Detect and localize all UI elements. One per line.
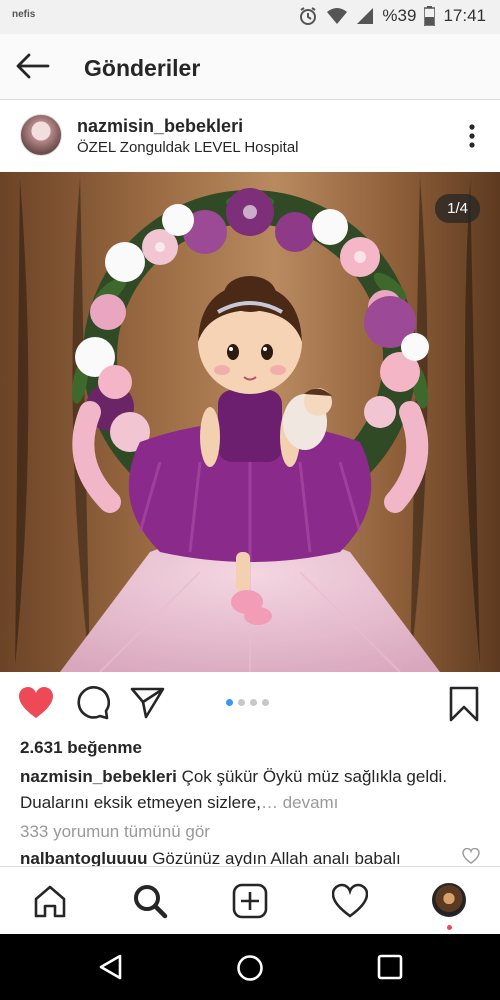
signal-icon [357, 8, 374, 24]
more-options-button[interactable] [466, 122, 478, 152]
activity-icon [331, 883, 369, 918]
heart-outline-icon [462, 847, 480, 864]
carrier-logo: nefis [12, 9, 36, 20]
bookmark-icon [449, 686, 479, 722]
system-nav-bar [0, 934, 500, 1000]
comment-preview: nalbantogluuuu Gözünüz aydın Allah analı… [20, 848, 460, 866]
heart-icon [19, 687, 53, 718]
post-location[interactable]: ÖZEL Zonguldak LEVEL Hospital [77, 139, 299, 156]
home-circle-icon [237, 955, 263, 981]
caption-username[interactable]: nazmisin_bebekleri [20, 767, 177, 786]
comment-button[interactable] [74, 686, 111, 725]
app-header: Gönderiler [0, 34, 500, 100]
comment-icon [77, 686, 111, 720]
carousel-counter: 1/4 [435, 194, 480, 223]
save-button[interactable] [448, 686, 480, 727]
bottom-nav [0, 866, 500, 934]
back-arrow-icon [16, 53, 50, 79]
home-icon [34, 885, 66, 918]
search-icon [134, 885, 168, 919]
system-recents-button[interactable] [377, 954, 403, 985]
view-all-comments-link[interactable]: 333 yorumun tümünü gör [20, 822, 210, 842]
comment-username[interactable]: nalbantogluuuu [20, 849, 147, 866]
comment-text: Gözünüz aydın Allah analı babalı [147, 849, 401, 866]
nav-profile-avatar[interactable] [432, 883, 466, 917]
nav-activity[interactable] [331, 883, 369, 919]
system-back-button[interactable] [98, 954, 124, 985]
more-icon [469, 124, 475, 148]
carousel-dot [262, 699, 269, 706]
post-photo[interactable]: 1/4 [0, 172, 500, 672]
back-triangle-icon [99, 954, 122, 980]
author-username[interactable]: nazmisin_bebekleri [77, 116, 243, 137]
post-actions [0, 672, 500, 734]
doll-wreath-image [0, 172, 500, 672]
nav-home[interactable] [32, 883, 68, 919]
system-home-button[interactable] [236, 954, 264, 987]
likes-count[interactable]: 2.631 beğenme [20, 738, 142, 758]
nav-new-post[interactable] [232, 883, 268, 919]
post-caption: nazmisin_bebekleri Çok şükür Öykü müz sa… [20, 764, 480, 816]
author-avatar[interactable] [20, 114, 62, 156]
clock: 17:41 [443, 6, 486, 25]
share-icon [130, 687, 165, 719]
add-icon [232, 883, 268, 919]
carousel-dot [238, 699, 245, 706]
carousel-indicator [226, 699, 269, 706]
status-bar: nefis %39 17:41 [0, 0, 500, 34]
carousel-dot [250, 699, 257, 706]
battery-icon [424, 6, 436, 26]
notification-dot [447, 925, 452, 930]
carousel-dot [226, 699, 233, 706]
wifi-icon [327, 8, 348, 24]
share-button[interactable] [130, 686, 166, 725]
page-title: Gönderiler [84, 55, 201, 81]
post-header: nazmisin_bebekleri ÖZEL Zonguldak LEVEL … [0, 100, 500, 172]
battery-percent: %39 [382, 6, 417, 25]
caption-more-link[interactable]: … devamı [261, 793, 338, 812]
back-button[interactable] [14, 51, 50, 81]
nav-search[interactable] [132, 883, 168, 919]
like-button[interactable] [18, 686, 54, 725]
recents-square-icon [377, 954, 403, 980]
alarm-icon [300, 7, 317, 25]
